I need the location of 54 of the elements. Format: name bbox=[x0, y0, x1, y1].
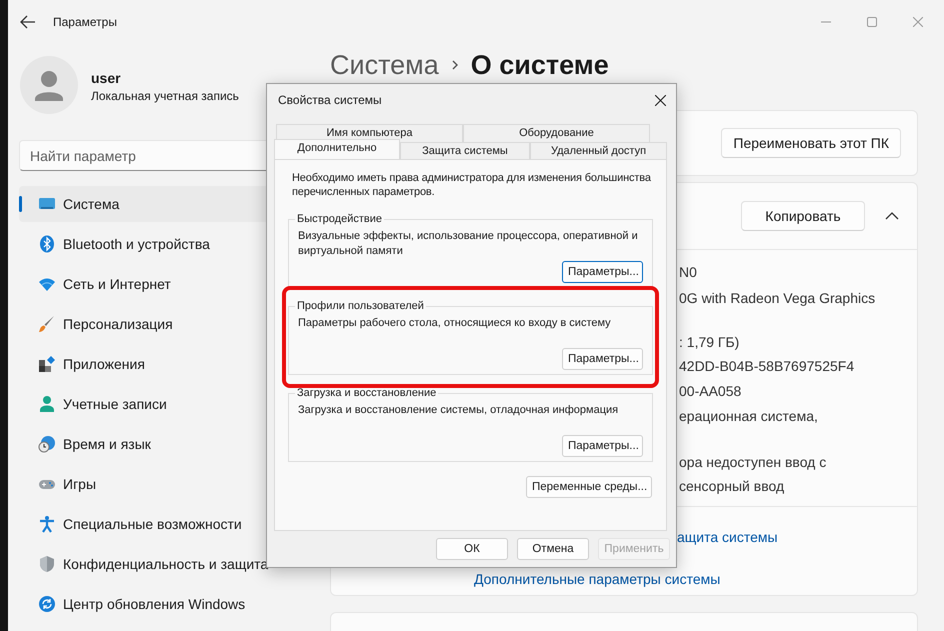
account-type: Локальная учетная запись bbox=[91, 88, 239, 102]
spec-value: N0 bbox=[679, 263, 698, 282]
nav-item[interactable]: Игры bbox=[19, 466, 320, 502]
group-description: Визуальные эффекты, использование процессора, оперативной и виртуальной памяти bbox=[298, 229, 639, 259]
link[interactable]: ащита системы bbox=[677, 529, 778, 545]
rename-button[interactable]: Переименовать этот ПК bbox=[721, 128, 901, 158]
copy-button[interactable]: Копировать bbox=[741, 201, 865, 231]
spec-value: 00-AA058 bbox=[679, 382, 742, 401]
spec-value: 0G with Radeon Vega Graphics bbox=[679, 289, 876, 308]
tab[interactable]: Оборудование bbox=[463, 124, 650, 142]
settings-button[interactable]: Параметры... bbox=[562, 435, 643, 457]
group-description: Загрузка и восстановление системы, отладочная информация bbox=[298, 403, 620, 418]
tab[interactable]: Защита системы bbox=[400, 142, 530, 159]
spec-value: ерационная система, bbox=[679, 407, 819, 426]
bluetooth-icon bbox=[38, 235, 56, 253]
tab[interactable]: Дополнительно bbox=[274, 139, 400, 159]
nav-item[interactable]: Приложения bbox=[19, 346, 320, 382]
dialog-button[interactable]: Отмена bbox=[517, 538, 589, 560]
close-icon[interactable] bbox=[655, 94, 666, 106]
nav-item[interactable]: Конфиденциальность и защита bbox=[19, 546, 320, 582]
accessibility-icon bbox=[38, 515, 56, 533]
nav-item[interactable]: Сеть и Интернет bbox=[19, 266, 320, 302]
chevron-up-icon[interactable] bbox=[885, 212, 899, 220]
back-arrow-icon[interactable] bbox=[20, 15, 36, 29]
avatar-icon bbox=[20, 56, 78, 114]
shield-icon bbox=[38, 555, 56, 573]
spec-value: : 1,79 ГБ) bbox=[679, 333, 740, 352]
group-title: Профили пользователей bbox=[296, 300, 425, 312]
environment-variables-button[interactable]: Переменные среды... bbox=[526, 476, 652, 498]
nav-item[interactable]: Время и язык bbox=[19, 426, 320, 462]
group-description: Параметры рабочего стола, относящиеся ко входу в систему bbox=[298, 316, 612, 331]
brush-icon bbox=[38, 315, 56, 333]
settings-button[interactable]: Параметры... bbox=[562, 261, 643, 283]
dialog-button[interactable]: ОК bbox=[436, 538, 508, 560]
spec-value: сенсорный ввод bbox=[679, 477, 786, 496]
page-title: О системе bbox=[470, 50, 609, 80]
user-name: user bbox=[91, 70, 122, 86]
globe-clock-icon bbox=[38, 435, 56, 453]
spec-value: 42DD-B04B-58B7697525F4 bbox=[679, 357, 856, 376]
person-icon bbox=[38, 395, 56, 413]
nav-item[interactable]: Центр обновления Windows bbox=[19, 586, 320, 622]
maximize-icon[interactable] bbox=[867, 17, 877, 27]
nav-item[interactable]: Специальные возможности bbox=[19, 506, 320, 542]
tab[interactable]: Удаленный доступ bbox=[530, 142, 667, 159]
window-title: Параметры bbox=[53, 15, 117, 29]
breadcrumb-parent[interactable]: Система bbox=[330, 50, 439, 80]
group-title: Загрузка и восстановление bbox=[296, 387, 438, 399]
link[interactable]: Дополнительные параметры системы bbox=[474, 571, 720, 587]
apps-icon bbox=[38, 355, 56, 373]
sync-icon bbox=[38, 595, 56, 613]
dialog-title: Свойства системы bbox=[278, 93, 382, 107]
settings-button[interactable]: Параметры... bbox=[562, 348, 643, 370]
chevron-right-icon bbox=[450, 59, 459, 71]
spec-value: ора недоступен ввод с bbox=[679, 453, 828, 472]
